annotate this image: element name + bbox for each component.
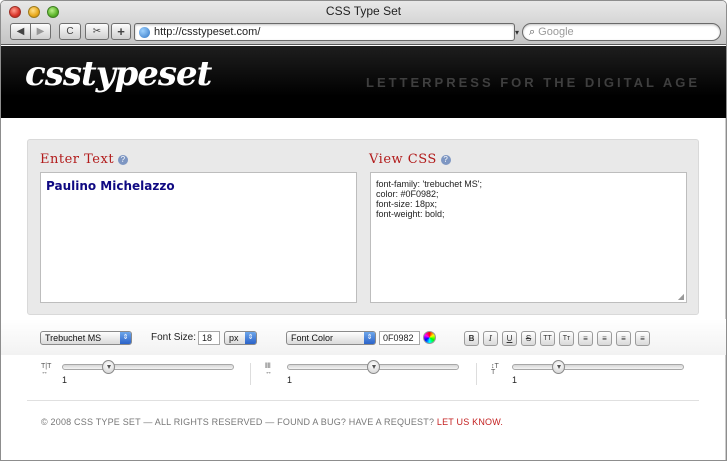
scissors-icon: ✂ (92, 26, 102, 37)
view-css-heading: View CSS? (369, 152, 451, 167)
word-spacing-value: 1 (287, 375, 293, 385)
divider (250, 363, 251, 385)
browser-window: CSS Type Set ◀ ▶ C ✂ + http://csstypeset… (0, 0, 727, 461)
color-wheel-icon[interactable] (423, 331, 436, 344)
align-center-button[interactable]: ≡ (597, 331, 612, 346)
reload-button[interactable]: C (59, 23, 81, 40)
unit-select[interactable]: px ⇕ (224, 331, 257, 345)
word-spacing-icon: ‖‖ ↔ (265, 363, 272, 376)
back-arrow-icon: ◀ (16, 26, 25, 37)
site-logo[interactable]: csstypeset (25, 54, 212, 94)
letter-spacing-icon: T|T ↔ (41, 363, 52, 376)
css-output-area[interactable]: font-family: 'trebuchet MS'; color: #0F0… (370, 172, 687, 303)
help-icon[interactable]: ? (440, 155, 451, 165)
letter-spacing-value: 1 (62, 375, 68, 385)
underline-button[interactable]: U (502, 331, 517, 346)
line-height-slider[interactable] (512, 360, 684, 374)
site-tagline: LETTERPRESS FOR THE DIGITAL AGE (366, 75, 700, 90)
select-arrows-icon: ⇕ (364, 332, 375, 344)
select-arrows-icon: ⇕ (245, 332, 256, 344)
forward-arrow-icon: ▶ (36, 26, 45, 37)
search-field[interactable]: ⌕ Google (522, 23, 721, 41)
letter-spacing-slider[interactable] (62, 360, 234, 374)
italic-button[interactable]: I (483, 331, 498, 346)
footer: © 2008 CSS TYPE SET — ALL RIGHTS RESERVE… (41, 417, 504, 427)
small-caps-button[interactable]: Tт (559, 331, 574, 346)
align-left-button[interactable]: ≡ (578, 331, 593, 346)
divider (476, 363, 477, 385)
css-line: color: #0F0982; (376, 189, 439, 199)
forward-button[interactable]: ▶ (30, 23, 51, 40)
word-spacing-slider[interactable] (287, 360, 459, 374)
align-right-button[interactable]: ≡ (616, 331, 631, 346)
select-arrows-icon: ⇕ (120, 332, 131, 344)
site-header: csstypeset LETTERPRESS FOR THE DIGITAL A… (1, 46, 726, 118)
help-icon[interactable]: ? (118, 155, 129, 165)
search-placeholder: Google (538, 26, 574, 38)
add-bookmark-button[interactable]: + (111, 23, 131, 40)
plus-icon: + (117, 24, 125, 39)
back-button[interactable]: ◀ (10, 23, 31, 40)
address-dropdown-icon[interactable]: ▾ (515, 28, 519, 37)
line-height-icon: ↕T T (491, 363, 499, 376)
editor-panels: Enter Text? View CSS? Paulino Michelazzo… (27, 139, 699, 315)
align-justify-button[interactable]: ≡ (635, 331, 650, 346)
snip-button[interactable]: ✂ (85, 23, 109, 40)
browser-toolbar: CSS Type Set ◀ ▶ C ✂ + http://csstypeset… (1, 1, 726, 45)
window-title: CSS Type Set (325, 4, 402, 18)
page-edge (725, 118, 726, 460)
strikethrough-button[interactable]: S (521, 331, 536, 346)
slider-knob[interactable] (102, 360, 115, 374)
reload-icon: C (66, 26, 74, 37)
font-color-select[interactable]: Font Color ⇕ (286, 331, 376, 345)
url-text: http://csstypeset.com/ (154, 26, 261, 38)
slider-knob[interactable] (552, 360, 565, 374)
address-bar[interactable]: http://csstypeset.com/ (134, 23, 515, 41)
css-line: font-size: 18px; (376, 199, 438, 209)
resize-grip-icon[interactable]: ◢ (678, 292, 684, 301)
css-line: font-family: 'trebuchet MS'; (376, 179, 482, 189)
search-icon: ⌕ (529, 25, 536, 38)
bold-button[interactable]: B (464, 331, 479, 346)
font-family-select[interactable]: Trebuchet MS ⇕ (40, 331, 132, 345)
font-size-label: Font Size: (151, 332, 197, 343)
font-size-input[interactable]: 18 (198, 331, 220, 345)
footer-divider (27, 400, 699, 401)
line-height-value: 1 (512, 375, 518, 385)
enter-text-heading: Enter Text? (40, 152, 129, 167)
globe-icon (139, 26, 150, 38)
css-line: font-weight: bold; (376, 209, 445, 219)
contact-link[interactable]: LET US KNOW. (437, 417, 503, 427)
sample-text: Paulino Michelazzo (46, 179, 175, 193)
hex-color-input[interactable]: 0F0982 (379, 331, 420, 345)
slider-knob[interactable] (367, 360, 380, 374)
uppercase-button[interactable]: TT (540, 331, 555, 346)
enter-text-area[interactable]: Paulino Michelazzo (40, 172, 357, 303)
